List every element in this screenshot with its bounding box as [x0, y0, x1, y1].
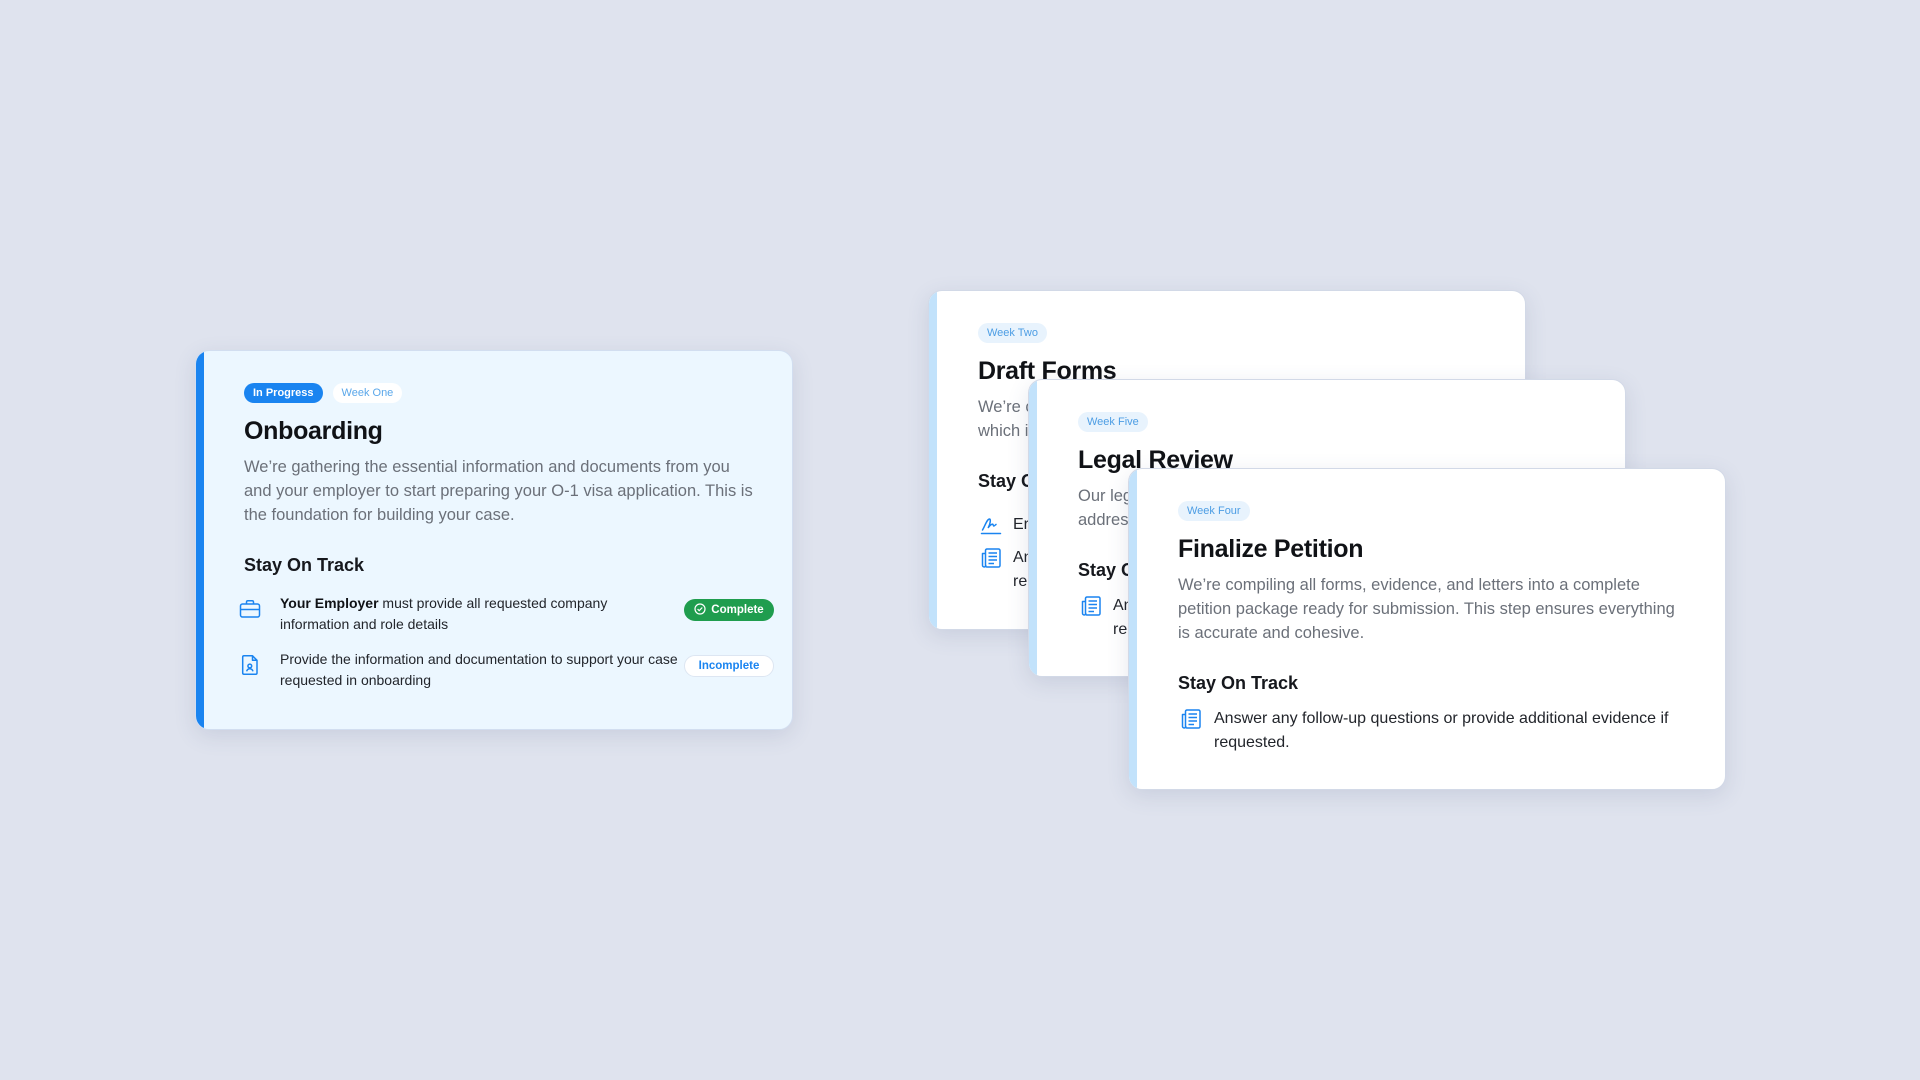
check-circle-icon	[694, 603, 706, 615]
section-title: Stay On Track	[1178, 673, 1299, 693]
status-badge: In Progress	[244, 383, 323, 403]
newspaper-icon	[979, 546, 1003, 570]
task-follow-up-questions: Answer any follow-up questions or provid…	[1214, 710, 1669, 751]
newspaper-icon	[1079, 594, 1103, 618]
finalize-petition-card[interactable]: Week Four Finalize Petition We’re compil…	[1128, 468, 1726, 790]
complete-badge[interactable]: Complete	[684, 599, 774, 621]
week-badge: Week One	[332, 383, 403, 403]
section-title: Stay O	[978, 471, 1036, 491]
week-badge: Week Two	[978, 323, 1047, 343]
onboarding-badges: In Progress Week One	[244, 383, 403, 403]
card-description: We’re compiling all forms, evidence, and…	[1178, 576, 1675, 642]
task-employer-info: Your Employer must provide all requested…	[280, 593, 645, 635]
card-description: We’re gathering the essential informatio…	[244, 458, 753, 524]
task-strong-text: Your Employer	[280, 595, 379, 611]
onboarding-card[interactable]: In Progress Week One Onboarding We’re ga…	[195, 350, 793, 730]
section-title: Stay On Track	[244, 555, 365, 575]
document-user-icon	[238, 653, 262, 677]
section-title: Stay O	[1078, 560, 1136, 580]
finalize-petition-badges: Week Four	[1178, 501, 1250, 521]
incomplete-badge[interactable]: Incomplete	[684, 655, 774, 677]
task-provide-documentation: Provide the information and documentatio…	[280, 651, 678, 688]
complete-label: Complete	[711, 604, 764, 616]
briefcase-icon	[238, 597, 262, 621]
legal-review-badges: Week Five	[1078, 412, 1148, 432]
card-title: Finalize Petition	[1178, 535, 1364, 563]
week-badge: Week Five	[1078, 412, 1148, 432]
draft-forms-badges: Week Two	[978, 323, 1047, 343]
signature-icon	[979, 513, 1003, 537]
card-title: Onboarding	[244, 417, 383, 445]
week-badge: Week Four	[1178, 501, 1250, 521]
newspaper-icon	[1179, 707, 1203, 731]
